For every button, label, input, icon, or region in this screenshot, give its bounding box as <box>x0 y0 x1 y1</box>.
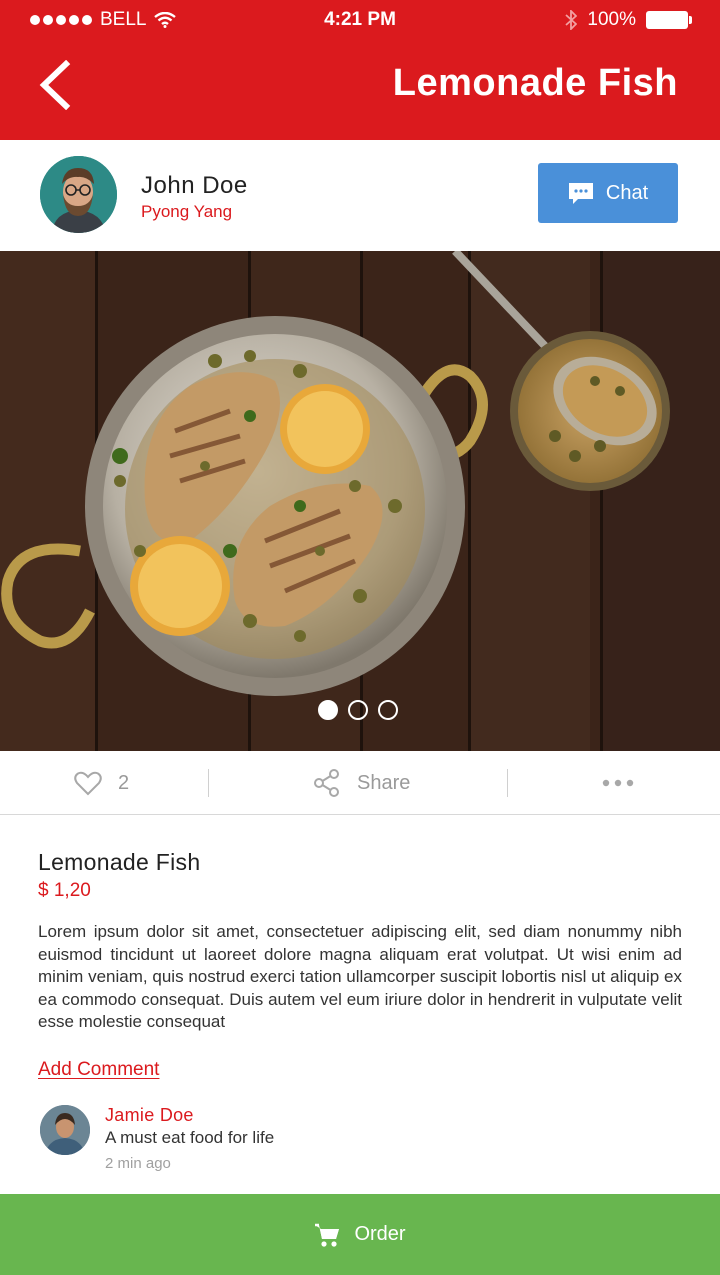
seller-name: John Doe <box>141 172 248 199</box>
like-button[interactable]: 2 <box>74 751 129 815</box>
divider <box>507 769 508 797</box>
chat-bubble-icon <box>568 183 593 204</box>
chat-button-label: Chat <box>605 181 649 204</box>
product-description: Lorem ipsum dolor sit amet, consectetuer… <box>38 922 682 1031</box>
order-button[interactable]: Order <box>0 1194 720 1275</box>
comment-author[interactable]: Jamie Doe <box>105 1105 194 1126</box>
product-price: $ 1,20 <box>38 880 91 901</box>
more-button[interactable] <box>602 751 634 815</box>
more-dots-icon <box>602 779 634 787</box>
battery-info: 100% <box>565 9 692 31</box>
like-count: 2 <box>118 771 130 794</box>
comment-text: A must eat food for life <box>105 1128 275 1147</box>
app-header: BELL 4:21 PM 100% Lemonade Fish <box>0 0 720 140</box>
page-title: Lemonade Fish <box>392 62 678 104</box>
share-button[interactable]: Share <box>313 751 410 815</box>
gallery-pager[interactable] <box>318 700 398 720</box>
status-bar: BELL 4:21 PM 100% <box>0 0 720 40</box>
pager-dot-2[interactable] <box>348 700 368 720</box>
divider <box>208 769 209 797</box>
chat-button[interactable]: Chat <box>538 163 678 223</box>
product-name: Lemonade Fish <box>38 849 201 875</box>
action-bar: 2 Share <box>0 751 720 815</box>
seller-profile: John Doe Pyong Yang Chat <box>0 140 720 251</box>
bluetooth-icon <box>565 10 578 30</box>
share-label: Share <box>357 771 411 794</box>
pager-dot-3[interactable] <box>378 700 398 720</box>
seller-location: Pyong Yang <box>141 202 233 221</box>
back-chevron-icon[interactable] <box>38 60 72 110</box>
dish-image <box>0 251 720 751</box>
cart-icon <box>315 1223 340 1247</box>
order-label: Order <box>354 1223 406 1245</box>
dish-photo[interactable] <box>0 251 720 751</box>
commenter-portrait-icon <box>40 1105 90 1155</box>
commenter-avatar[interactable] <box>40 1105 90 1155</box>
avatar-portrait-icon <box>40 156 117 233</box>
battery-percent: 100% <box>587 9 636 30</box>
battery-icon <box>646 11 692 29</box>
add-comment-link[interactable]: Add Comment <box>38 1059 159 1081</box>
share-icon <box>314 769 339 797</box>
heart-icon <box>74 771 102 795</box>
seller-avatar[interactable] <box>40 156 117 233</box>
comment-time: 2 min ago <box>105 1155 171 1172</box>
pager-dot-1[interactable] <box>318 700 338 720</box>
